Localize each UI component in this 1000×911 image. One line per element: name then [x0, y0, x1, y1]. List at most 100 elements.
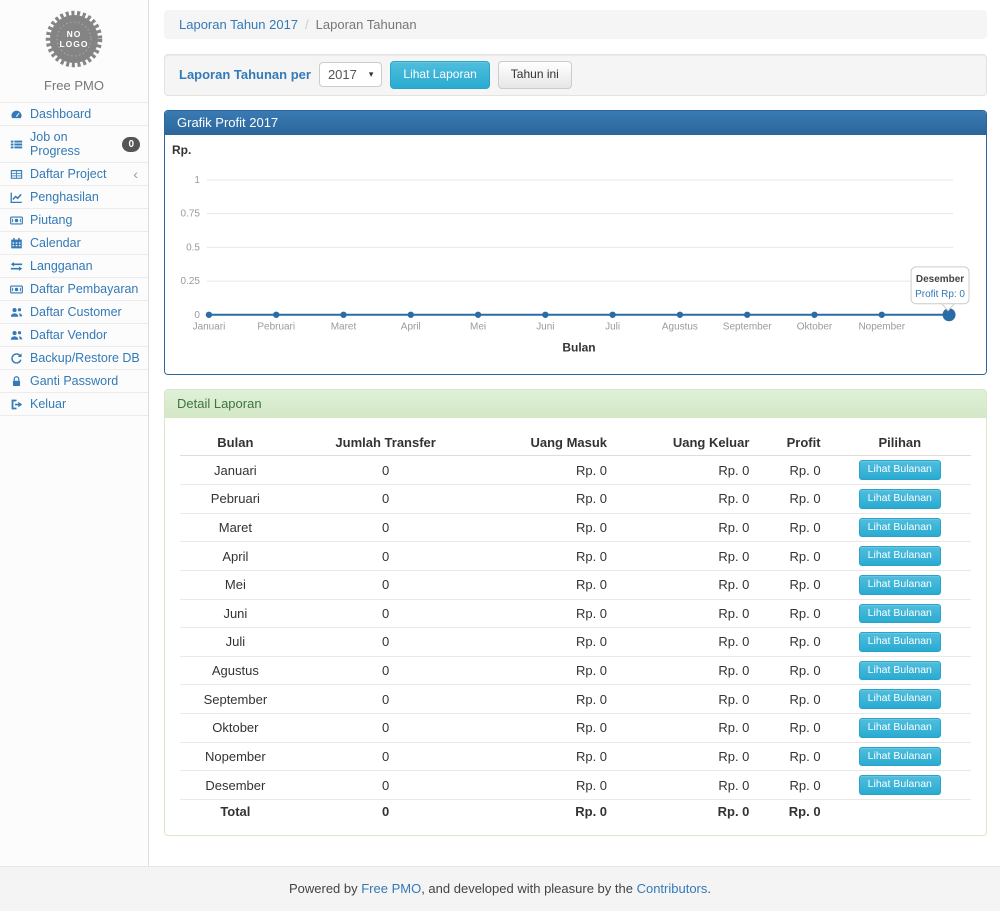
sidebar-item-label: Langganan	[30, 259, 93, 273]
cell-uang-keluar: Rp. 0	[615, 685, 757, 714]
cell-jumlah-transfer: 0	[291, 513, 481, 542]
svg-text:September: September	[723, 321, 772, 332]
sign-out-icon	[10, 398, 23, 411]
lihat-bulanan-button[interactable]: Lihat Bulanan	[859, 518, 941, 538]
cell-jumlah-transfer: 0	[291, 599, 481, 628]
cell-jumlah-transfer: 0	[291, 685, 481, 714]
cell-uang-masuk: Rp. 0	[481, 484, 615, 513]
sidebar-item-label: Calendar	[30, 236, 81, 250]
sidebar-item-daftar-vendor[interactable]: Daftar Vendor	[0, 324, 148, 347]
svg-text:Nopember: Nopember	[858, 321, 905, 332]
table-row: Januari0Rp. 0Rp. 0Rp. 0Lihat Bulanan	[180, 456, 971, 485]
table-row: Juni0Rp. 0Rp. 0Rp. 0Lihat Bulanan	[180, 599, 971, 628]
sidebar-item-label: Daftar Pembayaran	[30, 282, 138, 296]
sidebar-item-job-on-progress[interactable]: Job on Progress 0	[0, 126, 148, 163]
sidebar-item-label: Keluar	[30, 397, 66, 411]
table-row: Juli0Rp. 0Rp. 0Rp. 0Lihat Bulanan	[180, 628, 971, 657]
sidebar-item-piutang[interactable]: Piutang	[0, 209, 148, 232]
brand-name: Free PMO	[0, 78, 148, 93]
line-chart-icon	[10, 191, 23, 204]
users-icon	[10, 306, 23, 319]
sidebar-item-label: Job on Progress	[30, 130, 115, 158]
cell-jumlah-transfer: 0	[291, 742, 481, 771]
tahun-ini-button[interactable]: Tahun ini	[498, 61, 572, 89]
cell-jumlah-transfer: 0	[291, 542, 481, 571]
breadcrumb-current: Laporan Tahunan	[316, 17, 417, 32]
contributors-link[interactable]: Contributors	[637, 881, 708, 896]
cell-bulan: Juli	[180, 628, 291, 657]
cell-uang-keluar: Rp. 0	[615, 628, 757, 657]
free-pmo-link[interactable]: Free PMO	[361, 881, 421, 896]
footer: Powered by Free PMO, and developed with …	[0, 866, 1000, 911]
lihat-bulanan-button[interactable]: Lihat Bulanan	[859, 775, 941, 795]
svg-text:Mei: Mei	[470, 321, 486, 332]
cell-uang-masuk: Rp. 0	[481, 542, 615, 571]
lihat-bulanan-button[interactable]: Lihat Bulanan	[859, 489, 941, 509]
lihat-bulanan-button[interactable]: Lihat Bulanan	[859, 546, 941, 566]
sidebar-item-daftar-pembayaran[interactable]: Daftar Pembayaran	[0, 278, 148, 301]
lihat-bulanan-button[interactable]: Lihat Bulanan	[859, 718, 941, 738]
brand-block: NO LOGO Free PMO	[0, 0, 148, 93]
lihat-bulanan-button[interactable]: Lihat Bulanan	[859, 604, 941, 624]
svg-text:0: 0	[194, 309, 200, 320]
cell-uang-keluar: Rp. 0	[615, 656, 757, 685]
year-select[interactable]: 2017 ▾	[319, 62, 382, 87]
svg-text:Profit Rp: 0: Profit Rp: 0	[915, 288, 965, 299]
sidebar-item-label: Daftar Project	[30, 167, 106, 181]
cell-jumlah-transfer: 0	[291, 714, 481, 743]
cell-uang-keluar: Rp. 0	[615, 513, 757, 542]
sidebar-item-label: Dashboard	[30, 107, 91, 121]
lihat-bulanan-button[interactable]: Lihat Bulanan	[859, 460, 941, 480]
breadcrumb-link[interactable]: Laporan Tahun 2017	[179, 17, 298, 32]
total-label: Total	[180, 799, 291, 823]
breadcrumb-separator: /	[305, 17, 309, 32]
sidebar-item-label: Penghasilan	[30, 190, 99, 204]
lihat-bulanan-button[interactable]: Lihat Bulanan	[859, 575, 941, 595]
detail-panel-title: Detail Laporan	[165, 390, 986, 418]
sidebar-item-calendar[interactable]: Calendar	[0, 232, 148, 255]
sidebar-item-penghasilan[interactable]: Penghasilan	[0, 186, 148, 209]
sidebar-item-ganti-password[interactable]: Ganti Password	[0, 370, 148, 393]
money-icon	[10, 214, 23, 227]
svg-text:Pebruari: Pebruari	[257, 321, 295, 332]
cell-uang-masuk: Rp. 0	[481, 742, 615, 771]
lihat-bulanan-button[interactable]: Lihat Bulanan	[859, 747, 941, 767]
cell-uang-keluar: Rp. 0	[615, 570, 757, 599]
cell-uang-masuk: Rp. 0	[481, 599, 615, 628]
cell-profit: Rp. 0	[757, 656, 828, 685]
filter-label: Laporan Tahunan per	[179, 67, 311, 82]
sidebar-item-langganan[interactable]: Langganan	[0, 255, 148, 278]
lihat-bulanan-button[interactable]: Lihat Bulanan	[859, 689, 941, 709]
svg-text:Januari: Januari	[193, 321, 226, 332]
cell-bulan: Januari	[180, 456, 291, 485]
chart-panel-title: Grafik Profit 2017	[165, 111, 986, 135]
caret-down-icon: ▾	[369, 69, 374, 80]
users-icon	[10, 329, 23, 342]
sidebar-item-label: Daftar Vendor	[30, 328, 107, 342]
lihat-bulanan-button[interactable]: Lihat Bulanan	[859, 632, 941, 652]
cell-profit: Rp. 0	[757, 599, 828, 628]
tasks-icon	[10, 138, 23, 151]
cell-bulan: Maret	[180, 513, 291, 542]
cell-bulan: Mei	[180, 570, 291, 599]
table-row: September0Rp. 0Rp. 0Rp. 0Lihat Bulanan	[180, 685, 971, 714]
sidebar-item-daftar-customer[interactable]: Daftar Customer	[0, 301, 148, 324]
svg-text:Desember: Desember	[916, 273, 964, 284]
sidebar-item-daftar-project[interactable]: Daftar Project‹	[0, 163, 148, 186]
lihat-laporan-button[interactable]: Lihat Laporan	[390, 61, 489, 89]
table-row: Maret0Rp. 0Rp. 0Rp. 0Lihat Bulanan	[180, 513, 971, 542]
lock-icon	[10, 375, 23, 388]
lihat-bulanan-button[interactable]: Lihat Bulanan	[859, 661, 941, 681]
sidebar-item-dashboard[interactable]: Dashboard	[0, 103, 148, 126]
sidebar-item-backup-restore-db[interactable]: Backup/Restore DB	[0, 347, 148, 370]
svg-text:Juni: Juni	[536, 321, 554, 332]
breadcrumb: Laporan Tahun 2017 / Laporan Tahunan	[164, 10, 987, 39]
cell-bulan: Desember	[180, 771, 291, 800]
column-header: Uang Masuk	[481, 430, 615, 456]
cell-uang-masuk: Rp. 0	[481, 570, 615, 599]
sidebar-item-keluar[interactable]: Keluar	[0, 393, 148, 416]
count-badge: 0	[122, 137, 140, 152]
table-row: April0Rp. 0Rp. 0Rp. 0Lihat Bulanan	[180, 542, 971, 571]
profit-chart: 10.750.50.250Rp.JanuariPebruariMaretApri…	[165, 135, 986, 375]
svg-text:Oktober: Oktober	[797, 321, 833, 332]
